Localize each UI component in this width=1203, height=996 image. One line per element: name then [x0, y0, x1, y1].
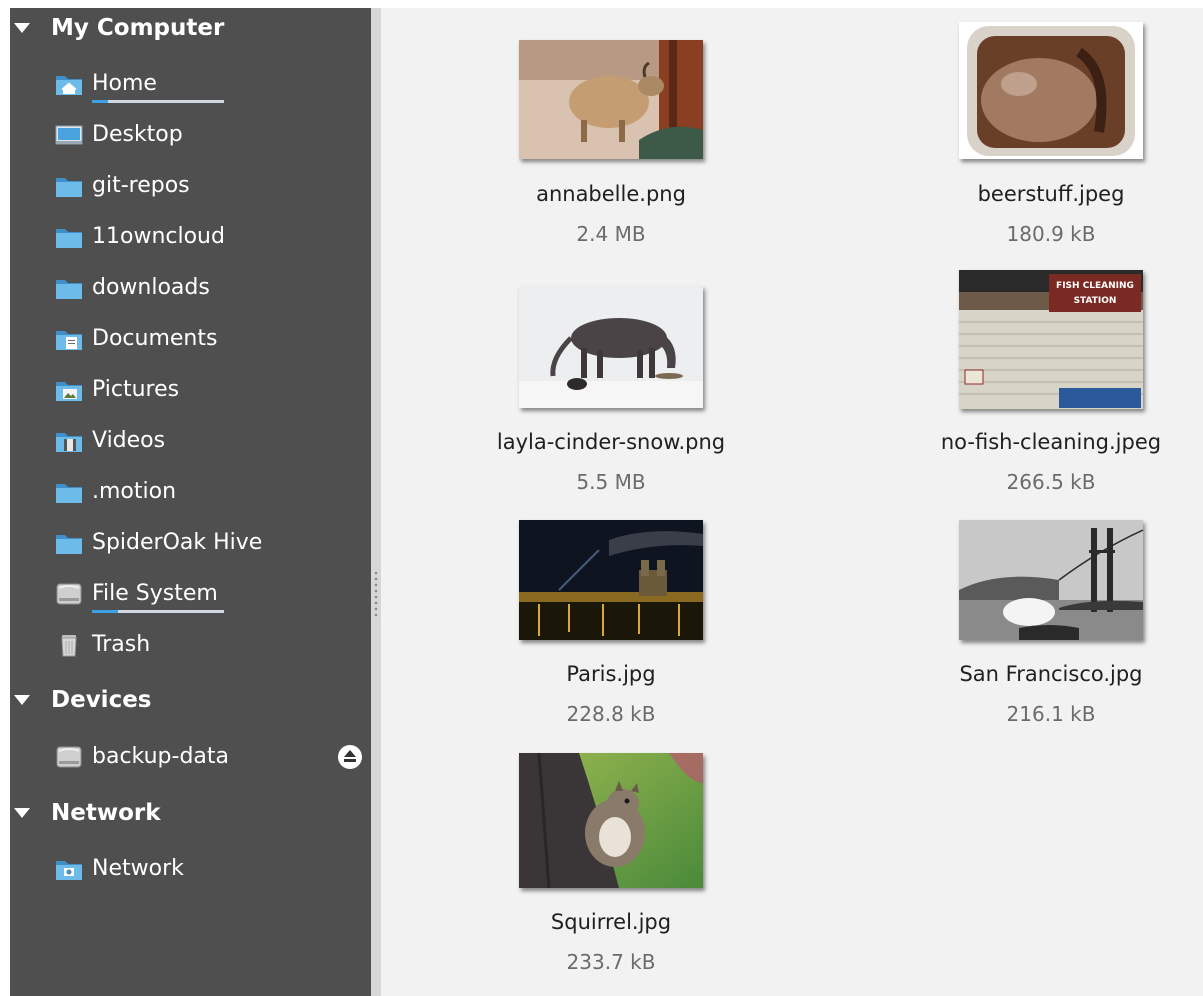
expand-triangle-icon[interactable]	[14, 808, 30, 818]
thumbnail	[519, 286, 703, 408]
sidebar-item-label: downloads	[92, 275, 210, 300]
file-view[interactable]: annabelle.png 2.4 MB beerstuff.jpeg 180.…	[381, 8, 1203, 996]
thumbnail	[519, 753, 703, 888]
thumbnail	[519, 40, 703, 159]
sidebar-item-label: Network	[92, 856, 184, 881]
expand-triangle-icon[interactable]	[14, 23, 30, 33]
file-size: 2.4 MB	[576, 222, 646, 246]
sign-text: FISH CLEANING	[1056, 281, 1134, 291]
pane-splitter[interactable]	[371, 8, 381, 996]
file-item[interactable]: beerstuff.jpeg 180.9 kB	[901, 22, 1201, 248]
section-network[interactable]: Network	[10, 793, 371, 833]
sidebar-item-git-repos[interactable]: git-repos	[10, 164, 371, 208]
splitter-grip[interactable]	[374, 570, 378, 618]
sidebar-item-label: SpiderOak Hive	[92, 530, 263, 555]
sidebar-item-label: git-repos	[92, 173, 190, 198]
videos-folder-icon	[56, 433, 82, 452]
home-folder-icon	[56, 76, 82, 95]
file-item[interactable]: San Francisco.jpg 216.1 kB	[901, 520, 1201, 730]
disk-usage-bar	[92, 610, 224, 613]
section-my-computer[interactable]: My Computer	[10, 8, 371, 48]
sidebar-item-label: .motion	[92, 479, 177, 504]
sidebar-item-motion[interactable]: .motion	[10, 470, 371, 514]
sidebar-item-label: Documents	[92, 326, 218, 351]
folder-icon	[56, 178, 82, 197]
thumbnail	[519, 520, 703, 640]
sidebar-item-label: Trash	[92, 632, 151, 657]
trash-icon	[61, 635, 77, 657]
sidebar-item-network[interactable]: Network	[10, 847, 371, 891]
file-size: 233.7 kB	[566, 950, 656, 974]
folder-icon	[56, 280, 82, 299]
file-size: 266.5 kB	[1006, 470, 1096, 494]
window-edge	[0, 0, 1203, 8]
disk-usage-bar	[92, 100, 224, 103]
sidebar-item-spideroak-hive[interactable]: SpiderOak Hive	[10, 521, 371, 565]
sidebar-item-label: Pictures	[92, 377, 180, 402]
sidebar-item-label: Videos	[92, 428, 166, 453]
sidebar-item-label: 11owncloud	[92, 224, 225, 249]
file-size: 216.1 kB	[1006, 702, 1096, 726]
documents-folder-icon	[56, 331, 82, 350]
file-name: no-fish-cleaning.jpeg	[940, 430, 1162, 454]
thumbnail	[959, 22, 1143, 159]
folder-icon	[56, 229, 82, 248]
eject-icon[interactable]	[338, 745, 362, 769]
section-title: Network	[51, 800, 161, 826]
sidebar-item-trash[interactable]: Trash	[10, 623, 371, 667]
file-item[interactable]: Squirrel.jpg 233.7 kB	[461, 753, 761, 974]
file-item[interactable]: annabelle.png 2.4 MB	[461, 38, 761, 248]
file-size: 5.5 MB	[576, 470, 646, 494]
section-title: Devices	[51, 687, 152, 713]
sidebar-item-backup-data[interactable]: backup-data	[10, 735, 371, 779]
thumbnail	[959, 520, 1143, 640]
file-item[interactable]: FISH CLEANING STATION no-fish-cleaning.j…	[901, 270, 1201, 498]
file-name: San Francisco.jpg	[959, 662, 1143, 686]
sidebar-item-pictures[interactable]: Pictures	[10, 368, 371, 412]
file-name: beerstuff.jpeg	[977, 182, 1125, 206]
section-title: My Computer	[51, 15, 225, 41]
sidebar-item-documents[interactable]: Documents	[10, 317, 371, 361]
file-name: Squirrel.jpg	[550, 910, 672, 934]
sidebar-item-downloads[interactable]: downloads	[10, 266, 371, 310]
file-item[interactable]: Paris.jpg 228.8 kB	[461, 520, 761, 730]
sidebar-item-desktop[interactable]: Desktop	[10, 113, 371, 157]
desktop-icon	[55, 125, 83, 145]
expand-triangle-icon[interactable]	[14, 695, 30, 705]
section-devices[interactable]: Devices	[10, 680, 371, 720]
sidebar-item-11owncloud[interactable]: 11owncloud	[10, 215, 371, 259]
sidebar-item-label: backup-data	[92, 744, 230, 769]
sidebar-item-file-system[interactable]: File System	[10, 572, 371, 616]
network-icon	[56, 861, 82, 880]
file-item[interactable]: layla-cinder-snow.png 5.5 MB	[461, 286, 761, 498]
file-name: Paris.jpg	[566, 662, 656, 686]
sidebar-item-home[interactable]: Home	[10, 62, 371, 106]
folder-icon	[56, 484, 82, 503]
file-name: annabelle.png	[536, 182, 686, 206]
file-name: layla-cinder-snow.png	[496, 430, 726, 454]
window-edge	[0, 0, 10, 996]
sidebar-item-label: Desktop	[92, 122, 183, 147]
sidebar-item-videos[interactable]: Videos	[10, 419, 371, 463]
file-size: 228.8 kB	[566, 702, 656, 726]
drive-icon	[56, 746, 82, 768]
pictures-folder-icon	[56, 382, 82, 401]
thumbnail: FISH CLEANING STATION	[959, 270, 1143, 409]
file-size: 180.9 kB	[1006, 222, 1096, 246]
drive-icon	[56, 583, 82, 605]
folder-icon	[56, 535, 82, 554]
sign-text: STATION	[1074, 296, 1117, 306]
places-sidebar: My Computer Home Desktop git-repos 11own…	[10, 8, 371, 996]
